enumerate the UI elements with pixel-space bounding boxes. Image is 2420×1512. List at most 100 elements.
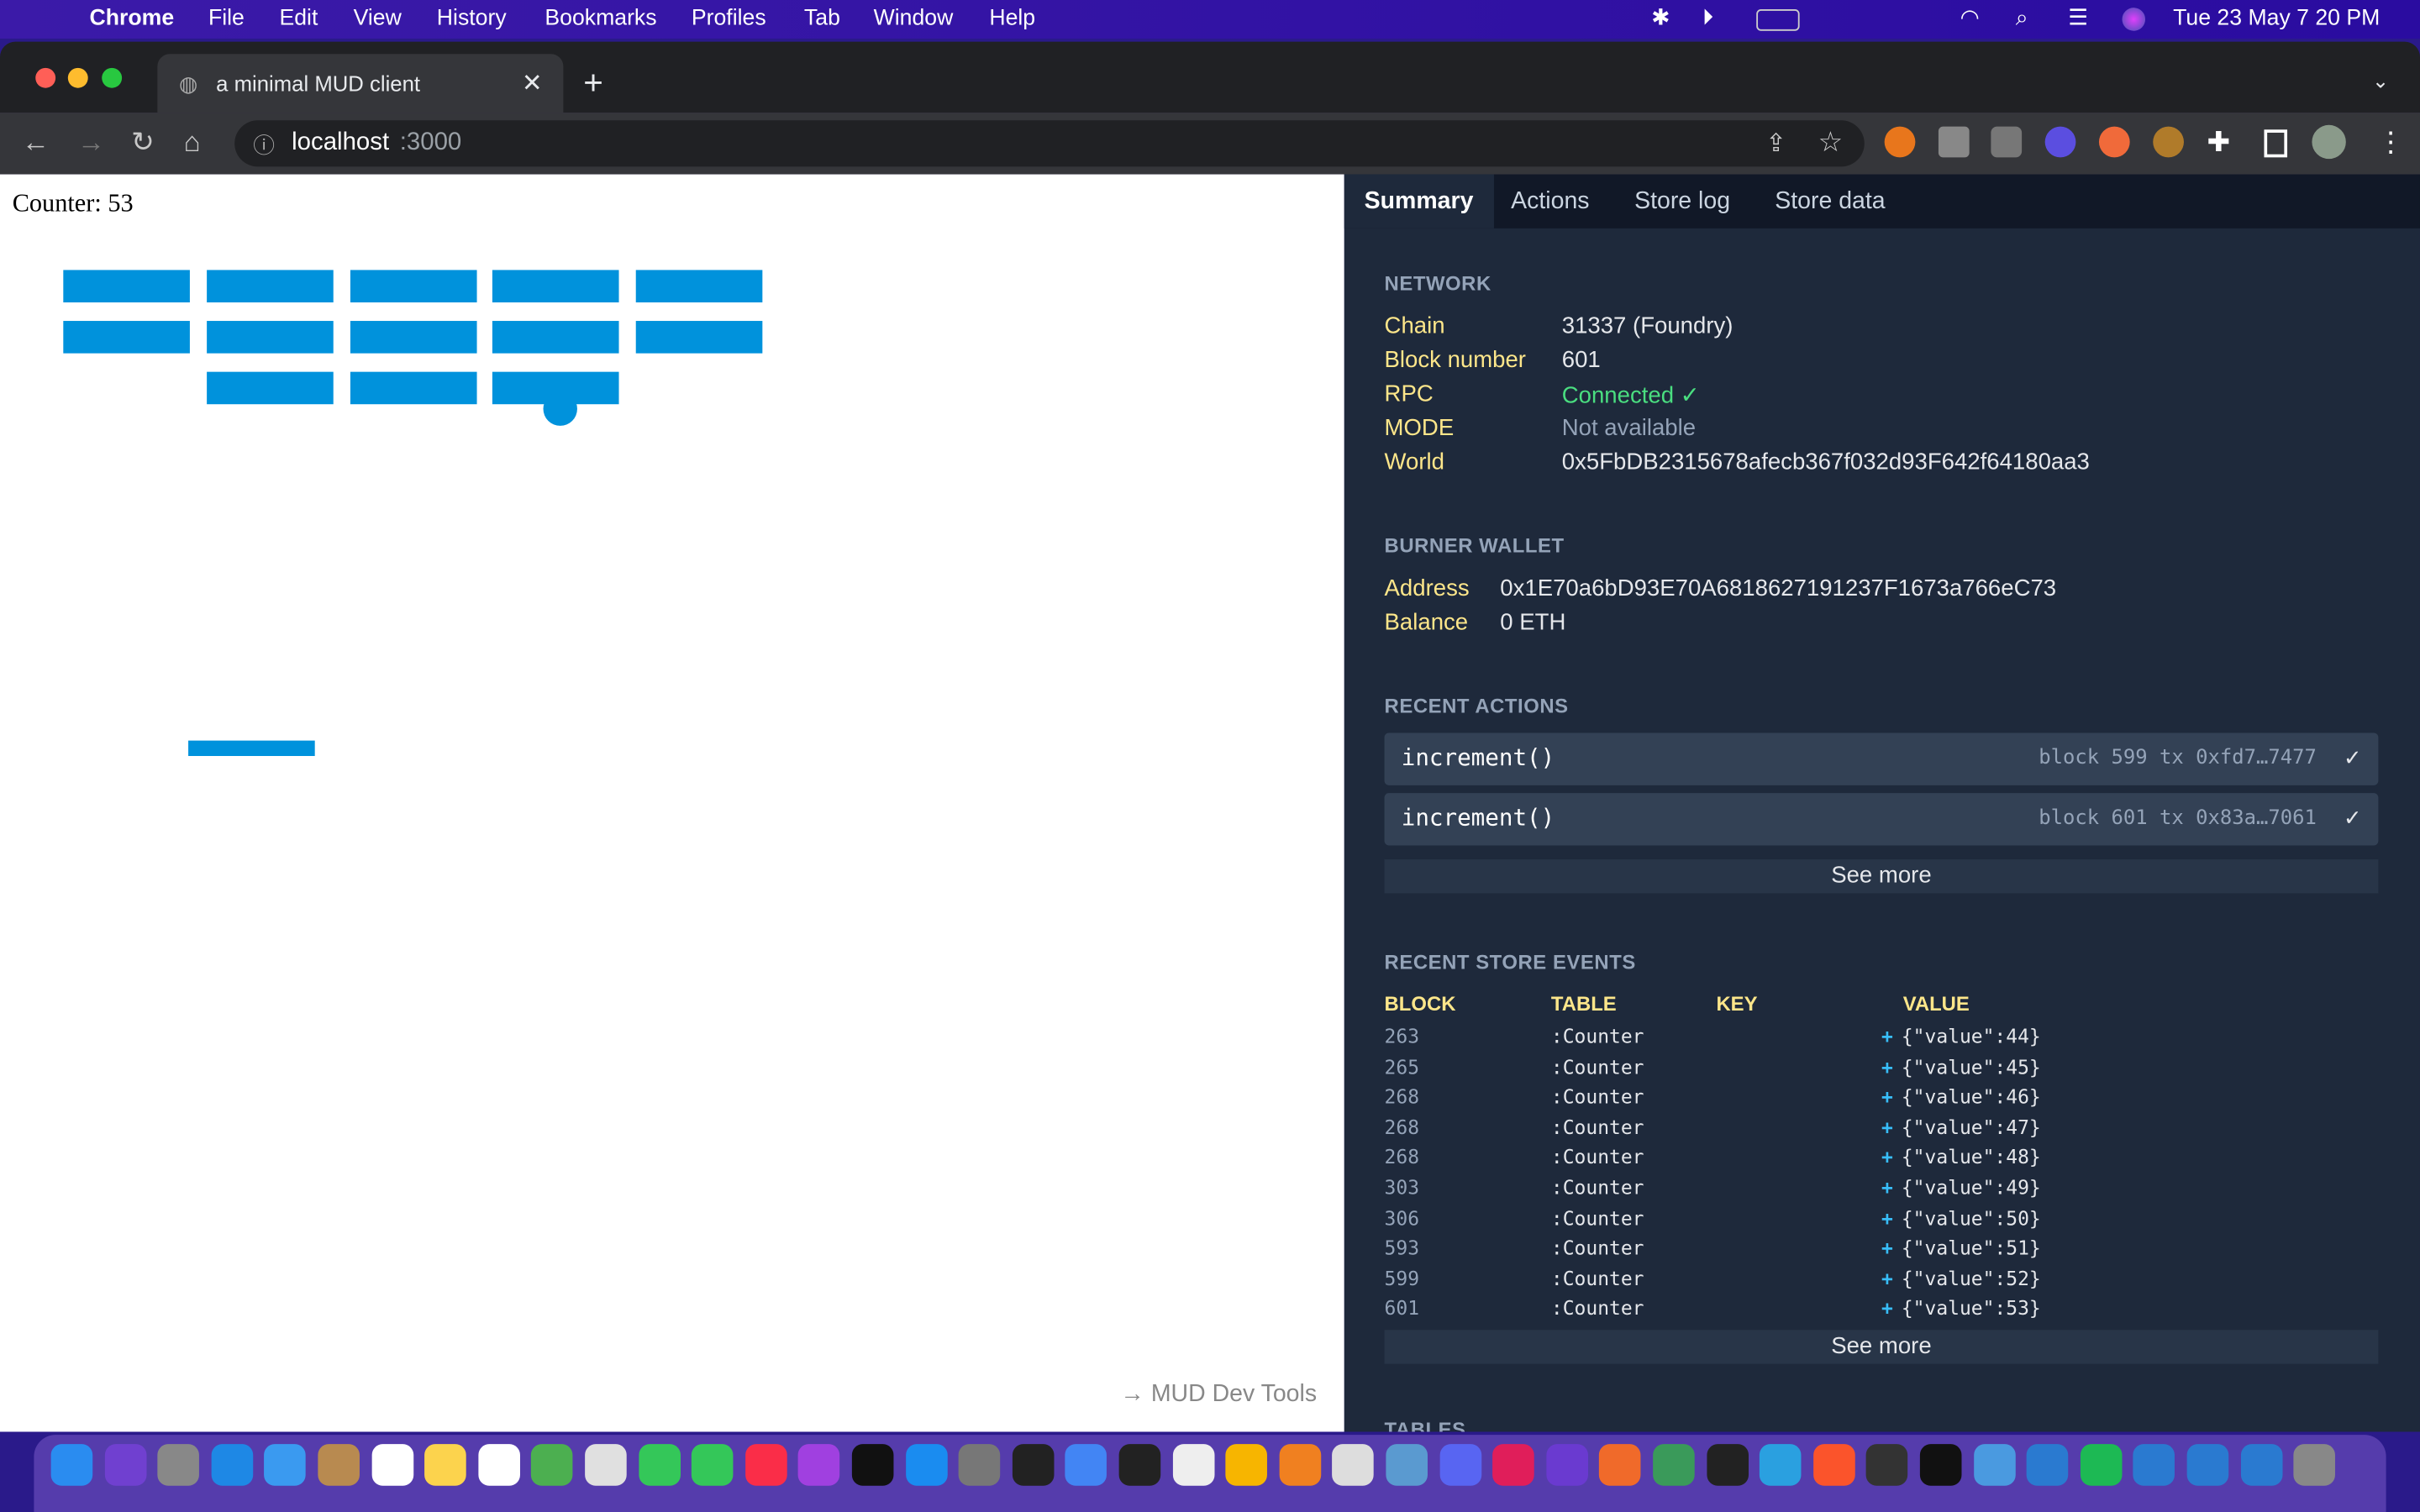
dock-app-icon[interactable]: [1599, 1444, 1642, 1486]
camera-extension-icon[interactable]: [1991, 126, 2023, 158]
browser-tab[interactable]: ◍ a minimal MUD client ✕: [157, 54, 564, 113]
dock-app-icon[interactable]: [2080, 1444, 2123, 1486]
menu-window[interactable]: Window: [874, 6, 954, 30]
dog-extension-icon[interactable]: [2098, 126, 2130, 158]
play-icon[interactable]: ⏵: [1702, 6, 1713, 30]
dock-app-icon[interactable]: [1919, 1444, 1962, 1486]
reload-icon[interactable]: ↻: [131, 127, 155, 160]
action-row[interactable]: increment() block 599 tx 0xfd7…7477 ✓: [1384, 732, 2379, 785]
siri-icon[interactable]: [2122, 8, 2146, 31]
menubar-clock[interactable]: Tue 23 May 7 20 PM: [2173, 6, 2380, 30]
dock-app-icon[interactable]: [478, 1444, 520, 1486]
dock-app-icon[interactable]: [638, 1444, 681, 1486]
dock-app-icon[interactable]: [958, 1444, 1001, 1486]
address-bar[interactable]: ⓘ localhost :3000 ⇪ ☆: [234, 120, 1865, 167]
dock-app-icon[interactable]: [1172, 1444, 1214, 1486]
battery-icon[interactable]: [1756, 9, 1800, 31]
close-tab-icon[interactable]: ✕: [522, 68, 543, 99]
dock-app-icon[interactable]: [424, 1444, 467, 1486]
paddle[interactable]: [188, 740, 315, 756]
dock-app-icon[interactable]: [1118, 1444, 1161, 1486]
menu-help[interactable]: Help: [989, 6, 1035, 30]
tab-store-data[interactable]: Store data: [1754, 175, 1905, 228]
mud-devtools-link[interactable]: → MUD Dev Tools: [1120, 1381, 1317, 1409]
dock-app-icon[interactable]: [2240, 1444, 2282, 1486]
dock-app-icon[interactable]: [1492, 1444, 1535, 1486]
chrome-menu-icon[interactable]: ⋮: [2377, 127, 2405, 160]
close-window-button[interactable]: [35, 67, 56, 88]
dock-app-icon[interactable]: [157, 1444, 200, 1486]
dock-app-icon[interactable]: [1973, 1444, 2016, 1486]
dock-app-icon[interactable]: [1065, 1444, 1107, 1486]
menu-profiles[interactable]: Profiles: [692, 6, 766, 30]
brick: [350, 371, 477, 405]
bluetooth-icon[interactable]: ✱: [1651, 6, 1670, 30]
dock-app-icon[interactable]: [2026, 1444, 2069, 1486]
hedgehog-extension-icon[interactable]: [2153, 126, 2184, 158]
search-icon[interactable]: ⌕: [2016, 6, 2028, 30]
dock-app-icon[interactable]: [318, 1444, 360, 1486]
dock-app-icon[interactable]: [264, 1444, 307, 1486]
dock-app-icon[interactable]: [585, 1444, 627, 1486]
dock-app-icon[interactable]: [1386, 1444, 1428, 1486]
dock-app-icon[interactable]: [1546, 1444, 1588, 1486]
dock-app-icon[interactable]: [2186, 1444, 2229, 1486]
metamask-icon[interactable]: [1884, 126, 1916, 158]
profile-avatar[interactable]: [2312, 124, 2346, 160]
dock-app-icon[interactable]: [798, 1444, 840, 1486]
share-icon[interactable]: ⇪: [1765, 128, 1786, 159]
dock-app-icon[interactable]: [1225, 1444, 1268, 1486]
bookmark-star-icon[interactable]: ☆: [1818, 127, 1844, 160]
event-row: 303:Counter + {"value":49}: [1385, 1176, 2379, 1205]
site-info-icon[interactable]: ⓘ: [253, 129, 275, 160]
minimize-window-button[interactable]: [67, 67, 88, 88]
tab-search-chevron-icon[interactable]: ⌄: [2372, 70, 2389, 94]
menu-edit[interactable]: Edit: [279, 6, 318, 30]
dock-app-icon[interactable]: [211, 1444, 253, 1486]
tab-store-log[interactable]: Store log: [1614, 175, 1750, 228]
dock-app-icon[interactable]: [1760, 1444, 1802, 1486]
dock-app-icon[interactable]: [531, 1444, 574, 1486]
dock-app-icon[interactable]: [2293, 1444, 2336, 1486]
dock-app-icon[interactable]: [1866, 1444, 1908, 1486]
menu-bookmarks[interactable]: Bookmarks: [544, 6, 656, 30]
menu-view[interactable]: View: [354, 6, 402, 30]
events-see-more-button[interactable]: See more: [1384, 1330, 2379, 1364]
dock-app-icon[interactable]: [905, 1444, 948, 1486]
menu-history[interactable]: History: [437, 6, 507, 30]
dock-app-icon[interactable]: [1653, 1444, 1695, 1486]
menu-app-name[interactable]: Chrome: [90, 6, 175, 30]
side-panel-icon[interactable]: [2264, 129, 2288, 158]
wifi-icon[interactable]: ◠: [1960, 6, 1980, 30]
dock-app-icon[interactable]: [851, 1444, 894, 1486]
new-tab-button[interactable]: +: [583, 63, 603, 103]
dock-app-icon[interactable]: [104, 1444, 146, 1486]
dock-app-icon[interactable]: [1812, 1444, 1855, 1486]
ghost-extension-icon[interactable]: [2044, 126, 2076, 158]
extensions-puzzle-icon[interactable]: ✚: [2207, 127, 2231, 160]
dock-app-icon[interactable]: [692, 1444, 734, 1486]
menu-file[interactable]: File: [208, 6, 245, 30]
dock-app-icon[interactable]: [371, 1444, 413, 1486]
actions-see-more-button[interactable]: See more: [1384, 859, 2379, 894]
tab-actions[interactable]: Actions: [1491, 175, 1609, 228]
network-value: 31337 (Foundry): [1561, 312, 1733, 340]
tab-strip: ◍ a minimal MUD client ✕ + ⌄: [0, 41, 2420, 113]
dock-app-icon[interactable]: [2133, 1444, 2175, 1486]
dock-app-icon[interactable]: [50, 1444, 93, 1486]
cube-extension-icon[interactable]: [1938, 126, 1970, 158]
zoom-window-button[interactable]: [102, 67, 123, 88]
control-center-icon[interactable]: ☰: [2068, 6, 2088, 30]
action-row[interactable]: increment() block 601 tx 0x83a…7061 ✓: [1384, 793, 2379, 846]
home-icon[interactable]: ⌂: [184, 127, 201, 160]
dock-app-icon[interactable]: [1279, 1444, 1321, 1486]
dock-app-icon[interactable]: [1332, 1444, 1375, 1486]
dock-app-icon[interactable]: [1012, 1444, 1055, 1486]
dock-app-icon[interactable]: [1439, 1444, 1481, 1486]
back-icon[interactable]: ←: [22, 127, 50, 160]
menu-tab[interactable]: Tab: [804, 6, 840, 30]
dock-app-icon[interactable]: [744, 1444, 787, 1486]
forward-icon[interactable]: →: [77, 127, 105, 160]
tab-summary[interactable]: Summary: [1344, 174, 1494, 228]
dock-app-icon[interactable]: [1706, 1444, 1749, 1486]
